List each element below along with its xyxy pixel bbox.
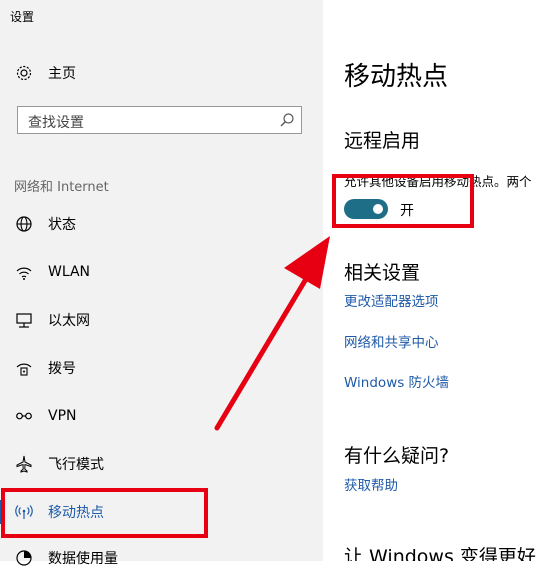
sidebar-item-status[interactable]: 状态: [0, 204, 323, 244]
sidebar-item-ethernet[interactable]: 以太网: [0, 300, 323, 340]
airplane-icon: [14, 454, 34, 474]
section-header: 网络和 Internet: [14, 180, 109, 195]
sidebar-item-label: 数据使用量: [48, 551, 118, 567]
window-title: 设置: [10, 10, 35, 24]
main-content: 移动热点 远程启用 允许其他设备启用移动热点。两个 开 相关设置 更改适配器选项…: [323, 0, 559, 561]
sidebar: 设置 主页 查找设置 网络和 Internet 状态 WLAN 以太网 拨号 V…: [0, 0, 323, 567]
feedback-title: 让 Windows 变得更好: [344, 546, 536, 561]
globe-icon: [14, 214, 34, 234]
search-input[interactable]: 查找设置: [17, 106, 302, 134]
sidebar-item-label: 状态: [48, 217, 76, 233]
question-title: 有什么疑问?: [344, 445, 450, 467]
sidebar-item-label: 主页: [48, 66, 76, 82]
sidebar-item-wlan[interactable]: WLAN: [0, 252, 323, 292]
sidebar-item-airplane-mode[interactable]: 飞行模式: [0, 444, 323, 484]
sidebar-item-vpn[interactable]: VPN: [0, 396, 323, 436]
sidebar-item-label: 飞行模式: [48, 457, 104, 473]
ethernet-icon: [14, 310, 34, 330]
link-get-help[interactable]: 获取帮助: [344, 474, 398, 494]
vpn-icon: [14, 406, 34, 426]
wifi-icon: [14, 262, 34, 282]
sidebar-item-home[interactable]: 主页: [0, 53, 323, 93]
annotation-box-hotspot: [1, 488, 208, 538]
sidebar-item-dialup[interactable]: 拨号: [0, 348, 323, 388]
sidebar-item-label: WLAN: [48, 264, 91, 280]
sidebar-item-label: 以太网: [48, 313, 90, 329]
search-placeholder: 查找设置: [28, 115, 84, 131]
search-icon[interactable]: [279, 112, 295, 128]
link-network-sharing-center[interactable]: 网络和共享中心: [344, 331, 439, 351]
annotation-box-toggle: [332, 174, 474, 228]
gear-icon: [14, 63, 34, 83]
link-change-adapter[interactable]: 更改适配器选项: [344, 290, 439, 310]
link-windows-firewall[interactable]: Windows 防火墙: [344, 371, 449, 391]
remote-section-title: 远程启用: [344, 130, 421, 152]
data-usage-icon: [14, 548, 34, 568]
sidebar-item-label: VPN: [48, 408, 77, 424]
page-title: 移动热点: [344, 62, 449, 92]
dialup-icon: [14, 358, 34, 378]
sidebar-item-label: 拨号: [48, 361, 76, 377]
related-settings-title: 相关设置: [344, 262, 421, 284]
sidebar-item-data-usage[interactable]: 数据使用量: [0, 538, 323, 578]
